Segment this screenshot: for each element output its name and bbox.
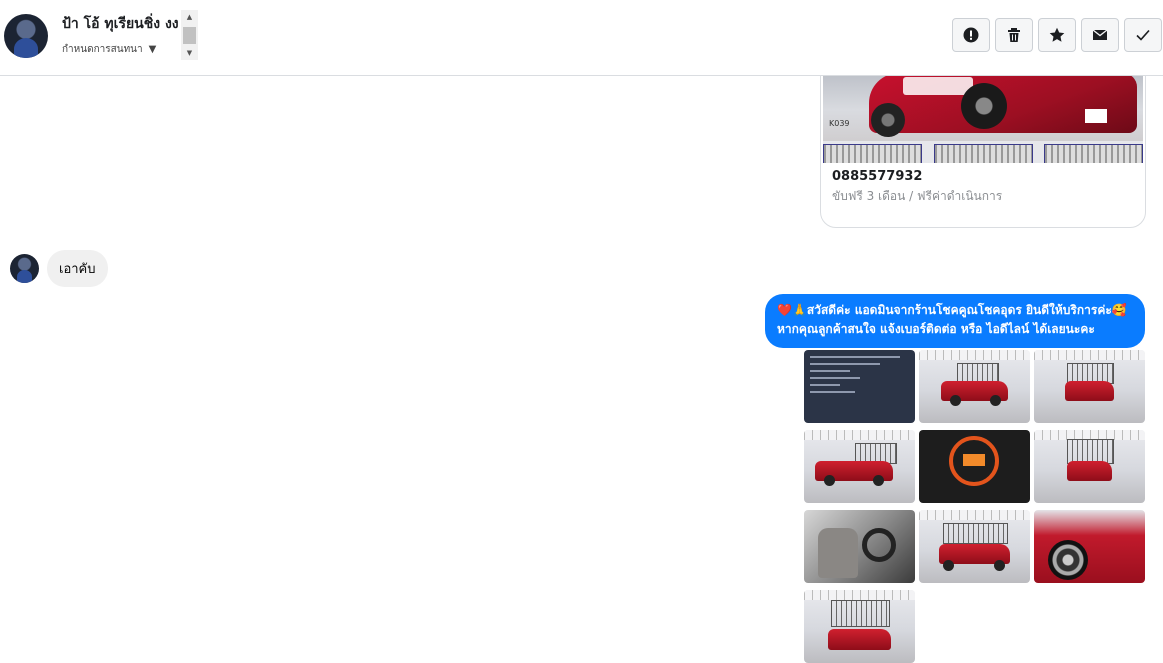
done-button[interactable] xyxy=(1124,18,1162,52)
outgoing-line-2: หากคุณลูกค้าสนใจ แจ้งเบอร์ติดต่อ หรือ ไอ… xyxy=(777,322,1095,336)
name-scrollbar[interactable]: ▲ ▼ xyxy=(181,10,198,60)
gallery-photo-interior[interactable] xyxy=(804,510,915,583)
gallery-photo-dashboard[interactable] xyxy=(919,430,1030,503)
scroll-down-icon[interactable]: ▼ xyxy=(181,46,198,60)
outgoing-line-1: ❤️🙏สวัสดีค่ะ แอดมินจากร้านโชคคูณโชคอุดร … xyxy=(777,303,1127,317)
conversation-header: ป้า โอ้ ทุเรียนชิ่ง งง กำหนดการสนทนา ▼ ▲… xyxy=(0,0,1163,76)
wheel-graphic xyxy=(871,103,905,137)
mark-unread-button[interactable] xyxy=(1081,18,1119,52)
caret-down-icon: ▼ xyxy=(148,44,157,55)
gallery-photo-truck-rear[interactable] xyxy=(1034,430,1145,503)
ad-card-phone[interactable]: 0885577932 xyxy=(832,169,922,184)
scroll-thumb[interactable] xyxy=(183,27,196,44)
star-icon xyxy=(1049,27,1065,42)
gallery-photo-document[interactable] xyxy=(804,350,915,423)
ad-card-image[interactable]: K039 xyxy=(823,67,1143,163)
heart-pray-emoji: ❤️🙏 xyxy=(777,303,807,317)
outgoing-message[interactable]: ❤️🙏สวัสดีค่ะ แอดมินจากร้านโชคคูณโชคอุดร … xyxy=(765,294,1145,348)
exclamation-icon xyxy=(963,27,979,43)
thumbnail-strip xyxy=(823,141,1143,163)
gallery-photo-wheel-closeup[interactable] xyxy=(1034,510,1145,583)
contact-avatar[interactable] xyxy=(4,14,48,58)
scroll-up-icon[interactable]: ▲ xyxy=(181,10,198,24)
ad-card[interactable]: K039 0885577932 ขับฟรี 3 เดือน / ฟรีค่าด… xyxy=(820,66,1146,228)
conversation-label-text: กำหนดการสนทนา xyxy=(62,44,143,55)
image-tag: K039 xyxy=(829,119,850,128)
gallery-photo-truck-front[interactable] xyxy=(804,590,915,663)
header-actions xyxy=(952,18,1162,52)
star-button[interactable] xyxy=(1038,18,1076,52)
envelope-icon xyxy=(1092,29,1108,40)
check-icon xyxy=(1136,29,1150,41)
gallery-photo-truck-side[interactable] xyxy=(804,430,915,503)
trash-icon xyxy=(1008,28,1020,42)
incoming-message-row: เอาคับ xyxy=(10,250,108,287)
sender-avatar[interactable] xyxy=(10,254,39,283)
gallery-photo-truck-rear[interactable] xyxy=(1034,350,1145,423)
ad-card-subtitle: ขับฟรี 3 เดือน / ฟรีค่าดำเนินการ xyxy=(832,189,1003,203)
contact-name[interactable]: ป้า โอ้ ทุเรียนชิ่ง งง xyxy=(62,13,180,35)
incoming-message[interactable]: เอาคับ xyxy=(47,250,108,287)
banner-graphic xyxy=(903,77,973,95)
gallery-photo-truck-front[interactable] xyxy=(919,510,1030,583)
plate-graphic xyxy=(1085,109,1107,123)
report-button[interactable] xyxy=(952,18,990,52)
wheel-graphic xyxy=(961,83,1007,129)
conversation-label-dropdown[interactable]: กำหนดการสนทนา ▼ xyxy=(62,42,156,57)
delete-button[interactable] xyxy=(995,18,1033,52)
message-thread[interactable]: K039 0885577932 ขับฟรี 3 เดือน / ฟรีค่าด… xyxy=(0,66,1163,663)
smile-hearts-emoji: 🥰 xyxy=(1111,303,1127,317)
gallery-photo-truck-side[interactable] xyxy=(919,350,1030,423)
